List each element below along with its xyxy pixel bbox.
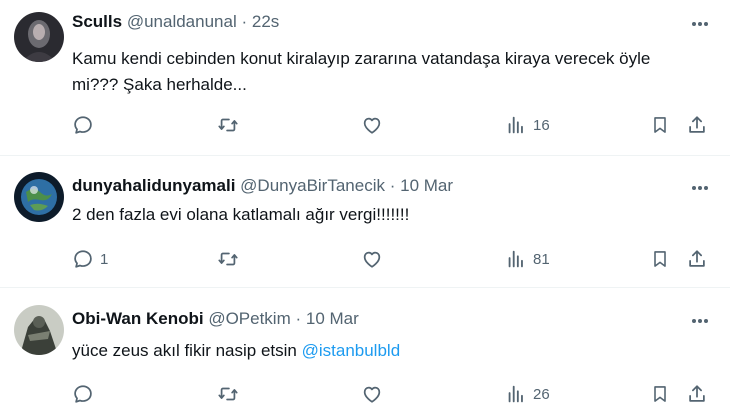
views-button[interactable]: 26: [505, 381, 550, 407]
avatar[interactable]: [14, 172, 64, 222]
reply-count: 1: [100, 250, 109, 268]
retweet-icon: [218, 252, 238, 266]
tweet-body: Kamu kendi cebinden konut kiralayıp zara…: [72, 49, 651, 94]
display-name[interactable]: Sculls: [72, 12, 122, 31]
tweet-header: Obi-Wan Kenobi @OPetkim · 10 Mar: [72, 308, 690, 330]
user-handle[interactable]: @unaldanunal: [127, 12, 237, 31]
views-chart-icon: [508, 116, 523, 134]
retweet-button[interactable]: [216, 112, 240, 138]
tweet[interactable]: Obi-Wan Kenobi @OPetkim · 10 Mar yüce ze…: [0, 288, 730, 420]
mention-link[interactable]: @istanbulbld: [302, 341, 401, 360]
bookmark-icon: [654, 117, 666, 133]
share-icon: [689, 385, 705, 402]
tweet-header: dunyahalidunyamali @DunyaBirTanecik · 10…: [72, 175, 690, 197]
tweet-header: Sculls @unaldanunal · 22s: [72, 11, 690, 33]
tweet[interactable]: dunyahalidunyamali @DunyaBirTanecik · 10…: [0, 156, 730, 288]
tweet-feed: Sculls @unaldanunal · 22s Kamu kendi ceb…: [0, 0, 730, 420]
reply-button[interactable]: 1: [72, 246, 108, 272]
tweet-actions: 1 81: [0, 246, 730, 272]
tweet-actions: 16: [0, 112, 730, 138]
more-dots-icon[interactable]: [688, 14, 712, 34]
separator: ·: [295, 309, 302, 328]
separator: ·: [389, 176, 396, 195]
views-count: 16: [533, 116, 550, 134]
tweet-text: 2 den fazla evi olana katlamalı ağır ver…: [72, 202, 690, 228]
views-chart-icon: [508, 385, 523, 403]
share-button[interactable]: [686, 246, 708, 272]
share-button[interactable]: [686, 381, 708, 407]
share-button[interactable]: [686, 112, 708, 138]
user-handle[interactable]: @DunyaBirTanecik: [240, 176, 385, 195]
display-name[interactable]: dunyahalidunyamali: [72, 176, 235, 195]
bookmark-icon: [654, 386, 666, 402]
views-count: 81: [533, 250, 550, 268]
views-count: 26: [533, 385, 550, 403]
retweet-icon: [218, 118, 238, 132]
retweet-button[interactable]: [216, 246, 240, 272]
timestamp[interactable]: 10 Mar: [306, 309, 359, 328]
avatar[interactable]: [14, 12, 64, 62]
bookmark-button[interactable]: [650, 381, 670, 407]
heart-icon: [363, 117, 381, 134]
like-button[interactable]: [360, 381, 384, 407]
tweet[interactable]: Sculls @unaldanunal · 22s Kamu kendi ceb…: [0, 0, 730, 156]
like-button[interactable]: [360, 112, 384, 138]
timestamp[interactable]: 22s: [252, 12, 279, 31]
share-icon: [689, 116, 705, 133]
tweet-body: yüce zeus akıl fikir nasip etsin: [72, 341, 302, 360]
bookmark-icon: [654, 251, 666, 267]
heart-icon: [363, 251, 381, 268]
bookmark-button[interactable]: [650, 246, 670, 272]
share-icon: [689, 250, 705, 267]
heart-icon: [363, 386, 381, 403]
reply-icon: [74, 116, 92, 134]
retweet-icon: [218, 387, 238, 401]
reply-button[interactable]: [72, 381, 100, 407]
views-button[interactable]: 16: [505, 112, 550, 138]
tweet-text: Kamu kendi cebinden konut kiralayıp zara…: [72, 46, 690, 98]
separator: ·: [241, 12, 248, 31]
display-name[interactable]: Obi-Wan Kenobi: [72, 309, 204, 328]
like-button[interactable]: [360, 246, 384, 272]
views-chart-icon: [508, 250, 523, 268]
retweet-button[interactable]: [216, 381, 240, 407]
timestamp[interactable]: 10 Mar: [400, 176, 453, 195]
user-handle[interactable]: @OPetkim: [208, 309, 290, 328]
tweet-actions: 26: [0, 381, 730, 407]
tweet-body: 2 den fazla evi olana katlamalı ağır ver…: [72, 205, 410, 224]
bookmark-button[interactable]: [650, 112, 670, 138]
views-button[interactable]: 81: [505, 246, 550, 272]
more-dots-icon[interactable]: [688, 311, 712, 331]
more-dots-icon[interactable]: [688, 178, 712, 198]
reply-button[interactable]: [72, 112, 100, 138]
tweet-text: yüce zeus akıl fikir nasip etsin @istanb…: [72, 338, 690, 364]
avatar[interactable]: [14, 305, 64, 355]
reply-icon: [74, 385, 92, 403]
reply-icon: [74, 250, 92, 268]
